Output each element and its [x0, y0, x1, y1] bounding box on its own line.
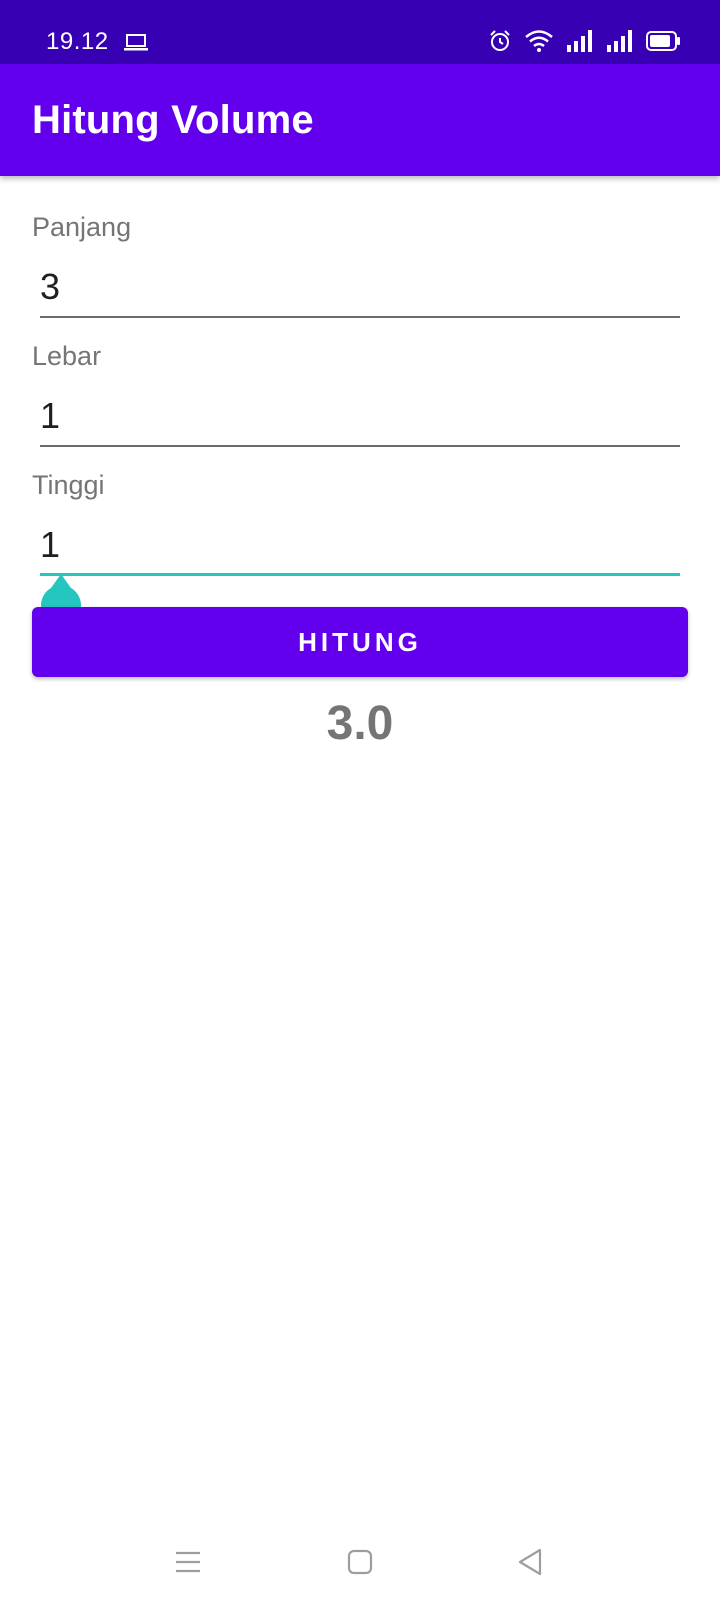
app-bar: Hitung Volume: [0, 64, 720, 176]
lebar-input[interactable]: [40, 391, 680, 447]
page-title: Hitung Volume: [32, 98, 314, 142]
status-icons: [488, 29, 680, 57]
panjang-label: Panjang: [32, 212, 132, 242]
menu-icon[interactable]: [166, 1540, 210, 1584]
status-time: 19.12: [46, 28, 109, 55]
back-icon[interactable]: [508, 1540, 552, 1584]
app-screen: 19.12 Hitung Volume Panjang 3 Lebar 1 Ti…: [0, 0, 720, 1600]
tinggi-input[interactable]: [40, 520, 680, 576]
signal-icon: [606, 29, 634, 57]
result-text: 3.0: [326, 697, 394, 750]
home-icon[interactable]: [338, 1540, 382, 1584]
lebar-label: Lebar: [32, 341, 102, 371]
panjang-input[interactable]: [40, 262, 680, 318]
hitung-button[interactable]: HITUNG: [32, 607, 688, 677]
navigation-bar: [0, 1520, 720, 1600]
wifi-icon: [524, 29, 554, 58]
status-bar: 19.12: [0, 0, 720, 64]
alarm-icon: [488, 29, 512, 58]
tinggi-label: Tinggi: [32, 470, 105, 500]
laptop-icon: [124, 33, 148, 56]
battery-icon: [646, 30, 680, 56]
signal-icon: [566, 29, 594, 57]
